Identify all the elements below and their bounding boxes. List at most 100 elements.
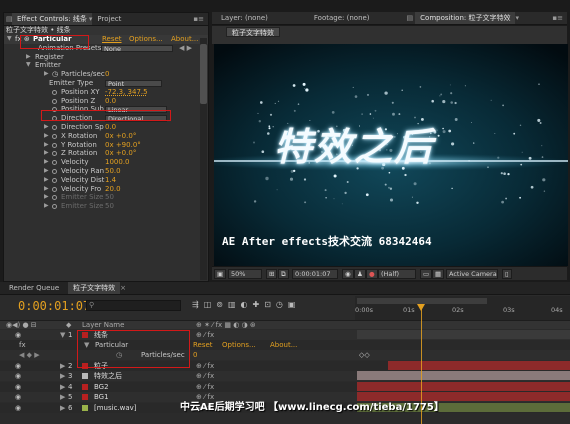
property-value[interactable]: 0x +90.0° [105,141,141,150]
eye-icon[interactable]: ◉ [15,371,21,381]
property-value[interactable]: 0.0 [105,97,116,106]
layer-color-swatch[interactable] [82,373,88,379]
mask-icon[interactable]: ⧉ [278,269,289,279]
property-value[interactable]: 0x +0.0° [105,132,136,141]
layer-switches[interactable]: ⊕ ⁄ fx [196,330,214,340]
always-preview-icon[interactable]: ▣ [214,269,227,279]
magnification-dropdown[interactable]: 50% [228,269,262,279]
panel-options-icon[interactable]: ▪≡ [552,14,567,22]
timecode-button[interactable]: 0:00:01:07 [292,269,338,279]
draft-3d-icon[interactable]: ◫ [204,300,212,309]
stopwatch-icon[interactable] [52,89,57,95]
view-layout-icon[interactable]: ▯ [502,269,512,279]
camera-icon[interactable]: ◉ [342,269,354,279]
eye-icon[interactable]: ◉ [15,361,21,371]
layer-color-swatch[interactable] [82,384,88,390]
camera-view-dropdown[interactable]: Active Camera [446,269,498,279]
collapsed-triangle-icon[interactable]: ▶ [44,123,49,132]
panel-menu-icon[interactable]: ▤ [4,15,13,23]
register-section[interactable]: ▶ Register [4,53,208,62]
property-value[interactable]: 50 [105,193,114,202]
property-value[interactable]: 20.0 [105,185,121,194]
property-dropdown[interactable]: Point [105,79,162,87]
expand-triangle-icon[interactable]: ▼ [26,61,31,70]
collapsed-triangle-icon[interactable]: ▶ [44,193,49,202]
reset-link[interactable]: Reset [102,35,122,44]
collapsed-triangle-icon[interactable]: ▶ [60,371,65,381]
collapsed-triangle-icon[interactable]: ▶ [44,158,49,167]
stopwatch-icon[interactable] [52,186,57,192]
tab-effect-controls[interactable]: Effect Controls: 线条 [12,13,92,25]
reset-link[interactable]: Reset [193,340,213,350]
property-value[interactable]: 50.0 [105,167,121,176]
motion-blur-icon[interactable]: ◐ [241,300,248,309]
layer-name[interactable]: BG1 [94,392,109,402]
composition-viewer[interactable]: 特效之后 AE After effects技术交流 68342464 [214,44,568,266]
collapsed-triangle-icon[interactable]: ▶ [44,176,49,185]
tab-layer[interactable]: Layer: (none) [216,12,273,24]
stopwatch-icon[interactable] [52,98,57,104]
stopwatch-icon[interactable] [52,168,57,174]
collapsed-triangle-icon[interactable]: ▶ [60,403,65,413]
options-link[interactable]: Options... [222,340,256,350]
collapsed-triangle-icon[interactable]: ▶ [44,185,49,194]
collapsed-triangle-icon[interactable]: ▶ [60,382,65,392]
eye-icon[interactable]: ◉ [15,382,21,392]
scrollbar[interactable] [200,38,207,280]
collapsed-triangle-icon[interactable]: ▶ [44,149,49,158]
options-link[interactable]: Options... [129,35,163,44]
brainstorm-icon[interactable]: ✚ [253,300,260,309]
layer-name-header[interactable]: Layer Name [82,321,124,329]
property-value[interactable]: 0 [193,350,197,360]
keyframe-nav-icon[interactable]: ◀ ◆ ▶ [19,350,40,360]
tab-footage[interactable]: Footage: (none) [309,12,375,24]
stopwatch-icon[interactable] [52,142,57,148]
tab-project[interactable]: Project [92,13,126,25]
comp-mini-flowchart-icon[interactable]: ⇶ [192,300,199,309]
grid-icon[interactable]: ⊞ [266,269,278,279]
show-snapshot-icon[interactable]: ♟ [354,269,366,279]
eye-icon[interactable]: ◉ [15,330,21,340]
collapsed-triangle-icon[interactable]: ▶ [44,167,49,176]
layer-duration-bar[interactable] [357,330,570,339]
animation-presets-dropdown[interactable]: None [101,44,173,52]
graph-editor-icon[interactable]: ⊡ [264,300,271,309]
timeline-layer-row[interactable]: ◉ ▶ 3 特效之后 ⊕ ⁄ fx [0,371,570,381]
property-value[interactable]: -72.3, 347.5 [105,88,148,97]
preset-nav-icon[interactable]: ◀ ▶ [179,44,192,53]
stopwatch-icon[interactable] [52,151,57,157]
property-value[interactable]: 0 [105,70,109,79]
panel-options-icon[interactable]: ▪≡ [193,15,208,23]
fx-icon[interactable]: fx [19,340,26,350]
keyframe-icon[interactable]: ◇◇ [359,350,370,360]
stopwatch-icon[interactable] [52,177,57,183]
tab-close-icon[interactable]: × [120,284,126,292]
emitter-section[interactable]: ▼ Emitter [4,61,208,70]
property-value[interactable]: 1.4 [105,176,116,185]
eye-icon[interactable]: ◉ [15,403,21,413]
layer-search-input[interactable]: ⚲ [86,300,181,311]
collapsed-triangle-icon[interactable]: ▶ [44,141,49,150]
tab-timeline-comp[interactable]: 粒子文字特效 [68,282,121,294]
resolution-dropdown[interactable]: (Half) [378,269,416,279]
expand-triangle-icon[interactable]: ▼ [7,35,12,44]
clock-icon[interactable]: ◷ [276,300,283,309]
stopwatch-icon[interactable] [52,195,57,201]
layer-name[interactable]: 特效之后 [94,371,122,381]
roi-icon[interactable]: ▭ [420,269,433,279]
property-value[interactable]: 50 [105,202,114,211]
about-link[interactable]: About... [171,35,198,44]
layer-color-swatch[interactable] [82,394,88,400]
collapsed-triangle-icon[interactable]: ▶ [60,361,65,371]
collapsed-triangle-icon[interactable]: ▶ [44,132,49,141]
layer-name[interactable]: BG2 [94,382,109,392]
timeline-timecode[interactable]: 0:00:01:07 [18,299,90,313]
collapsed-triangle-icon[interactable]: ▶ [44,202,49,211]
layer-color-swatch[interactable] [82,405,88,411]
stopwatch-icon[interactable] [52,204,57,210]
transparency-grid-icon[interactable]: ▦ [432,269,445,279]
frame-blend-icon[interactable]: ▥ [228,300,236,309]
collapsed-triangle-icon[interactable]: ▶ [60,392,65,402]
graph-icon[interactable]: ▣ [288,300,296,309]
layer-name[interactable]: [music.wav] [94,403,137,413]
